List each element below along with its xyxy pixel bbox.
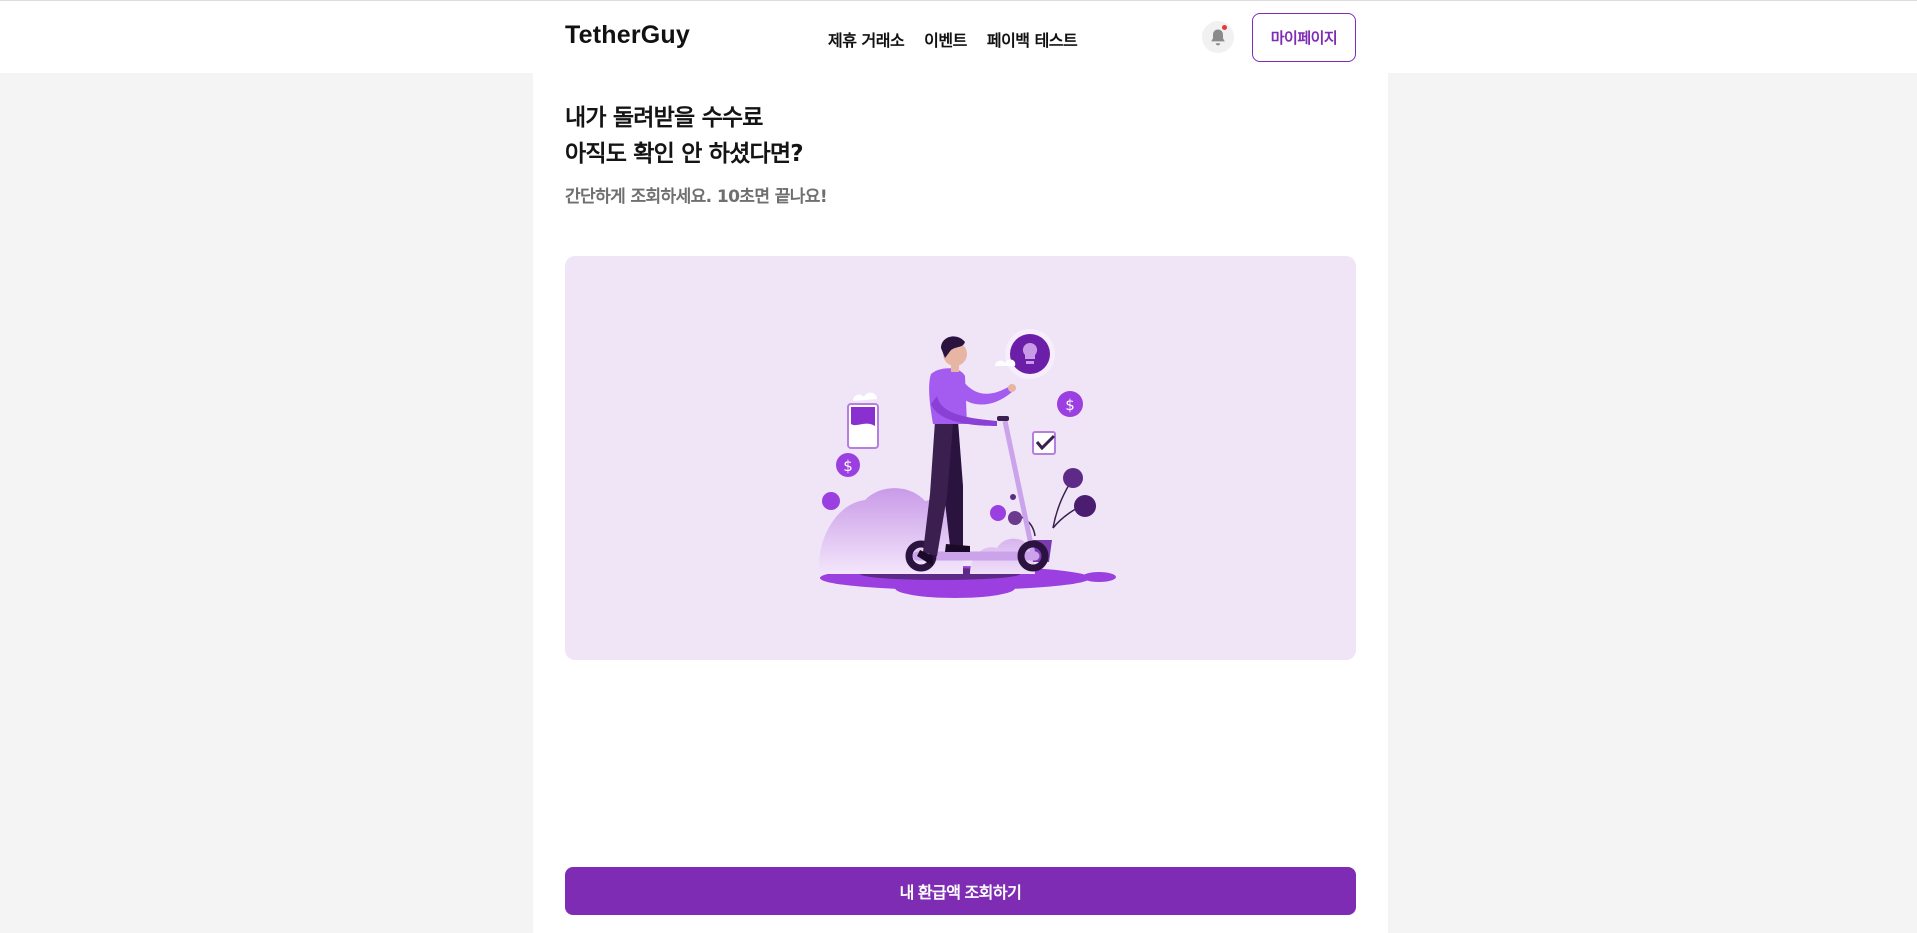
main-card: 내가 돌려받을 수수료 아직도 확인 안 하셨다면? 간단하게 조회하세요. 1… xyxy=(533,73,1388,933)
check-refund-button[interactable]: 내 환급액 조회하기 xyxy=(565,867,1356,915)
notification-button[interactable] xyxy=(1202,21,1234,53)
nav-item-partner-exchanges[interactable]: 제휴 거래소 xyxy=(828,27,905,51)
page-subline: 간단하게 조회하세요. 10초면 끝나요! xyxy=(565,187,828,207)
headline-line-2: 아직도 확인 안 하셨다면? xyxy=(565,141,804,167)
main-nav: 제휴 거래소 이벤트 페이백 테스트 xyxy=(828,27,1078,51)
bell-icon xyxy=(1211,29,1225,46)
svg-text:$: $ xyxy=(843,457,853,475)
notification-dot xyxy=(1222,25,1227,30)
page-headline: 내가 돌려받을 수수료 아직도 확인 안 하셨다면? xyxy=(565,100,804,172)
hero-illustration-panel: $ $ xyxy=(565,256,1356,660)
person-on-scooter-illustration: $ $ xyxy=(819,329,1116,598)
top-header: TetherGuy 제휴 거래소 이벤트 페이백 테스트 마이페이지 xyxy=(0,0,1917,73)
mypage-button[interactable]: 마이페이지 xyxy=(1252,13,1356,62)
svg-text:$: $ xyxy=(1065,396,1075,414)
nav-item-events[interactable]: 이벤트 xyxy=(924,27,967,51)
logo[interactable]: TetherGuy xyxy=(565,21,690,50)
header-inner: TetherGuy 제휴 거래소 이벤트 페이백 테스트 마이페이지 xyxy=(565,1,1356,73)
nav-item-payback-test[interactable]: 페이백 테스트 xyxy=(987,27,1078,51)
headline-line-1: 내가 돌려받을 수수료 xyxy=(565,105,763,131)
